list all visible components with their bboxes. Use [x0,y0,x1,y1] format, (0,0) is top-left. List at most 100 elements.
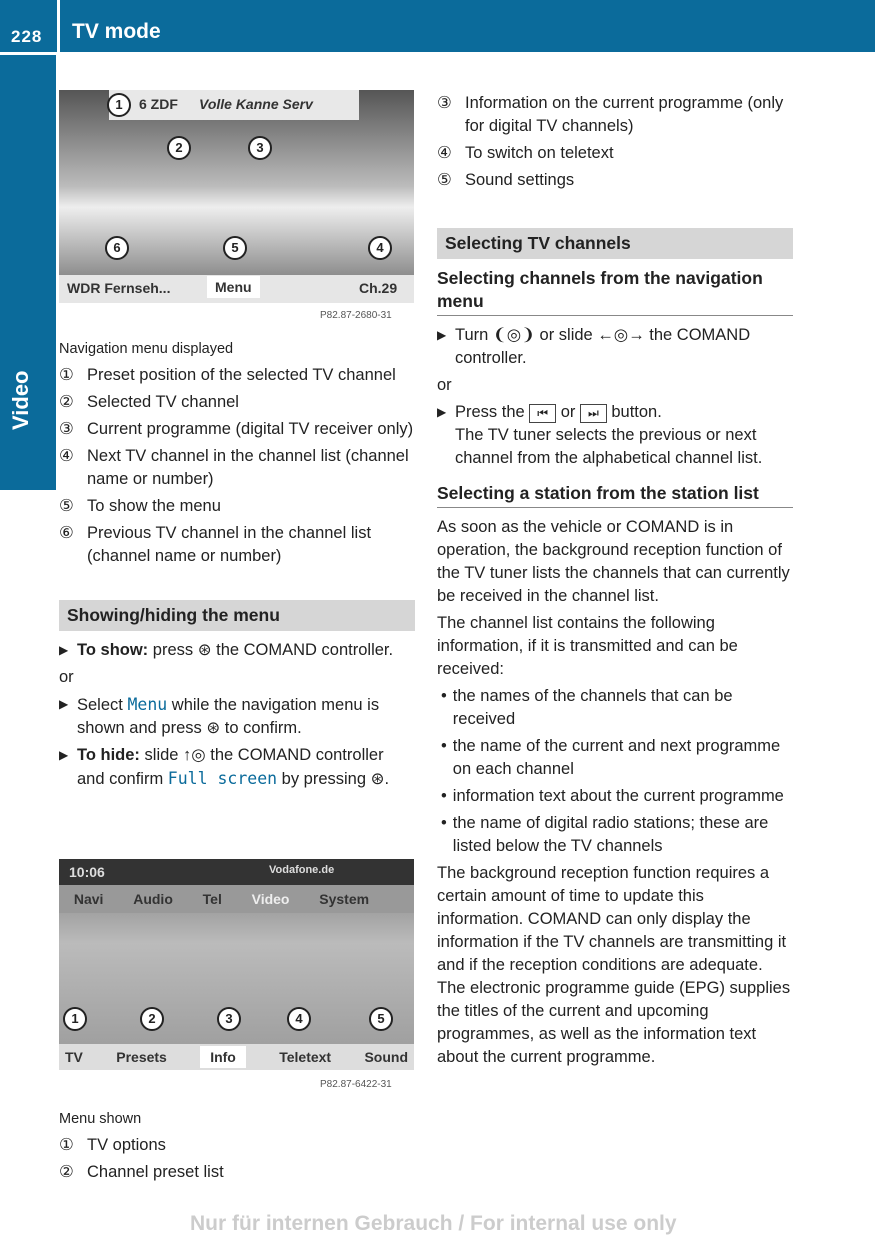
bullet-item: • information text about the current prog… [437,785,793,808]
text: button. [606,403,662,421]
list-item-text: TV options [87,1136,166,1154]
paragraph: The background reception function requir… [437,864,791,1066]
fig-bottom-item: Sound [364,1049,408,1065]
fig-channel: 6 ZDF [139,96,178,112]
text: by pressing ⊛. [277,770,390,788]
list-item: ① Preset position of the selected TV chan… [59,364,415,387]
callout-number: ③ [59,420,74,438]
list-item: ⑤ Sound settings [437,169,793,192]
callout-number: ⑥ [59,524,74,542]
text: Press the [455,403,530,421]
header-divider [57,0,60,52]
bullet-text: the name of the current and next program… [452,737,781,778]
list-item: ② Channel preset list [59,1161,415,1184]
callout-number: ⑤ [59,497,74,515]
subheading: Selecting a station from the station lis… [437,482,793,508]
callout: 1 [63,1007,87,1031]
list-item-text: To switch on teletext [465,144,614,162]
page-title: TV mode [72,20,161,43]
list-item: ③ Information on the current programme (o… [437,92,793,138]
list-item-text: Selected TV channel [87,393,239,411]
fig-programme: Volle Kanne Serv [199,96,313,112]
callout: 3 [217,1007,241,1031]
paragraph: As soon as the vehicle or COMAND is in o… [437,518,790,605]
callout: 6 [105,236,129,260]
right-column: ③ Information on the current programme (o… [437,92,793,1069]
callout: 1 [107,93,131,117]
text: Select [77,696,128,714]
text: press ⊛ the COMAND controller. [148,641,394,659]
fig-time: 10:06 [69,864,105,880]
section-heading: Selecting TV channels [437,228,793,259]
watermark: Nur für internen Gebrauch / For internal… [190,1212,677,1235]
callout-number: ① [59,1136,74,1154]
fig-provider: Vodafone.de [269,864,335,876]
list-item-text: Next TV channel in the channel list (cha… [87,447,409,488]
or-text: or [437,376,452,394]
callout: 4 [368,236,392,260]
list-item: ⑤ To show the menu [59,495,415,518]
list-item: ⑥ Previous TV channel in the channel list… [59,522,415,568]
list-item: ① TV options [59,1134,415,1157]
bullet-text: the name of digital radio stations; thes… [452,814,769,855]
fig-menu-item: Navi [73,891,104,907]
callout: 3 [248,136,272,160]
callout: 2 [167,136,191,160]
callout-number: ① [59,366,74,384]
label: To hide: [77,746,140,764]
list-item-text: Information on the current programme (on… [465,94,784,135]
fig-bottom-item: Presets [116,1049,167,1065]
or-text: or [59,668,74,686]
full-screen-term: Full screen [167,769,278,788]
page-number: 228 [11,27,43,46]
fig-bottom-item: TV [65,1049,83,1065]
text: The TV tuner selects the previous or nex… [455,426,763,467]
list-item: ④ Next TV channel in the channel list (ch… [59,445,415,491]
fig-menu-item: Tel [202,891,222,907]
left-column-bottom: Menu shown ① TV options ② Channel preset li… [59,1108,415,1188]
text: Turn ❨◎❩ or slide ←◎→ the COMAND control… [455,326,751,367]
callout-number: ② [59,1163,74,1181]
list-item-text: Channel preset list [87,1163,224,1181]
fig-bottom-item: Teletext [279,1049,332,1065]
callout-number: ⑤ [437,171,452,189]
caption: Navigation menu displayed [59,341,234,357]
bullet-text: information text about the current progr… [452,787,784,805]
bullet-item: • the names of the channels that can be r… [437,685,793,731]
section-heading: Showing/hiding the menu [59,600,415,631]
fig-menu-item: Video [251,891,290,907]
callout: 5 [223,236,247,260]
callout: 4 [287,1007,311,1031]
callout-number: ④ [59,447,74,465]
callout-number: ② [59,393,74,411]
callout-number: ④ [437,144,452,162]
list-item: ④ To switch on teletext [437,142,793,165]
list-item-text: Sound settings [465,171,575,189]
list-item-text: Preset position of the selected TV chann… [87,366,396,384]
next-key-icon: ⏭ [579,404,607,423]
fig-prev: WDR Fernseh... [67,280,171,296]
list-item-text: Previous TV channel in the channel list … [87,524,372,565]
side-tab-label: Video [8,370,33,430]
menu-term: Menu [127,695,168,714]
callout: 2 [140,1007,164,1031]
list-item-text: To show the menu [87,497,221,515]
fig-next: Ch.29 [359,280,398,296]
list-item: ② Selected TV channel [59,391,415,414]
bullet-text: the names of the channels that can be re… [452,687,733,728]
label: To show: [77,641,149,659]
subheading: Selecting channels from the navigation m… [437,267,793,316]
callout: 5 [369,1007,393,1031]
fig-menu: Menu [207,276,260,298]
list-item-text: Current programme (digital TV receiver o… [87,420,414,438]
fig-menu-item: System [319,891,370,907]
figure-menu-shown: 10:06 Vodafone.de Navi Audio Tel Video Syste… [59,859,414,1070]
callout-number: ③ [437,94,452,112]
bullet-item: • the name of digital radio stations; the… [437,812,793,858]
text: or [556,403,580,421]
fig-bottom-item: Info [200,1046,246,1068]
caption: Menu shown [59,1111,142,1127]
figure-navigation-menu: 6 ZDF Volle Kanne Serv WDR Fernseh... Me… [59,90,414,303]
fig-menu-item: Audio [133,891,173,907]
paragraph: The channel list contains the following … [437,614,738,678]
